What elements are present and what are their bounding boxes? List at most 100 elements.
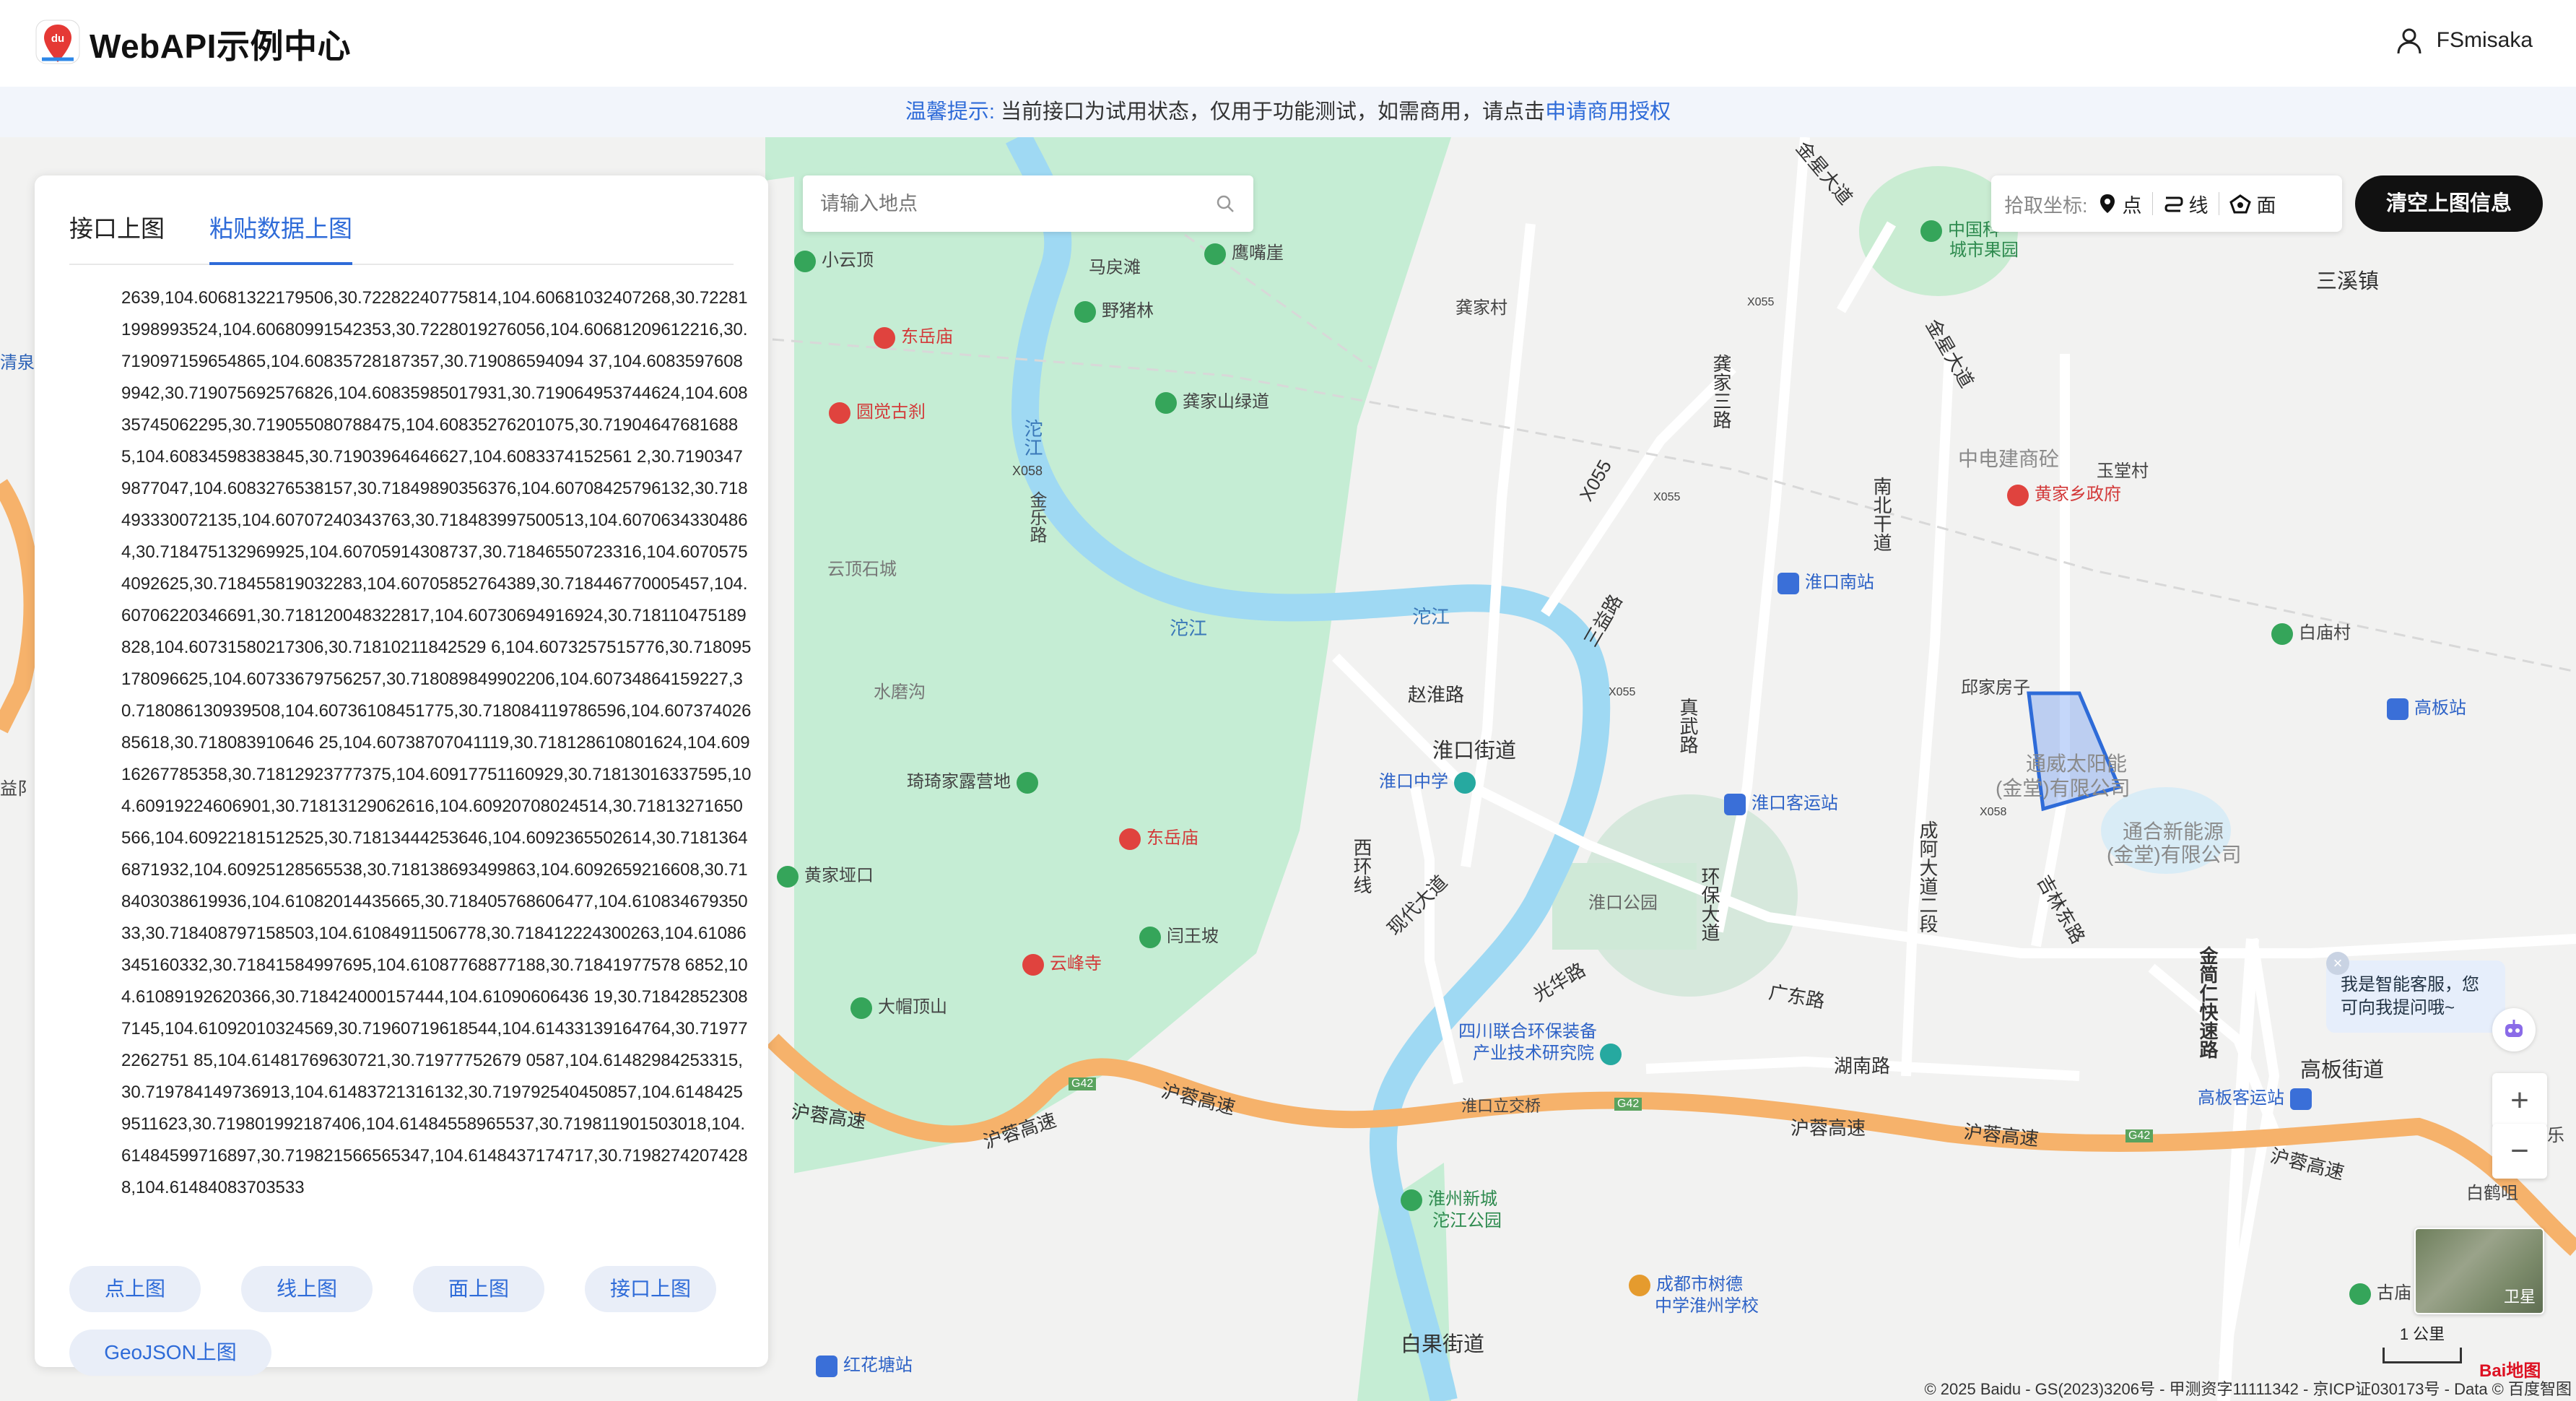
map-label: 淮口街道 — [1432, 739, 1517, 763]
map-label: 淮口南站 — [1777, 568, 1874, 594]
map-label: 城市果园 — [1949, 240, 2019, 260]
polygon-upload-button[interactable]: 面上图 — [413, 1266, 544, 1312]
coord-picker: 拾取坐标: 点 线 面 — [1991, 175, 2342, 232]
divider — [2151, 192, 2153, 215]
map-label: 东岳庙 — [1119, 823, 1198, 850]
pick-point-label: 点 — [2122, 194, 2142, 217]
map-label: 马戻滩 — [1089, 258, 1141, 277]
map-label: 红花塘站 — [816, 1350, 913, 1377]
map-label: 西环线 — [1351, 838, 1372, 894]
action-buttons: 点上图 线上图 面上图 接口上图 — [69, 1266, 716, 1312]
map-label: X055 — [1609, 686, 1636, 698]
point-upload-button[interactable]: 点上图 — [69, 1266, 201, 1312]
map-label: (金堂)有限公司 — [2107, 843, 2242, 866]
map-label: 闫王坡 — [1139, 921, 1219, 948]
notice-bar: 温馨提示: 当前接口为试用状态，仅用于功能测试，如需商用，请点击申请商用授权 — [0, 87, 2576, 137]
map-label: 南北干道 — [1871, 477, 1892, 552]
map-label: 沱江公园 — [1432, 1211, 1502, 1231]
map-label: 龚家山绿道 — [1155, 387, 1269, 414]
zoom-in-button[interactable]: + — [2492, 1073, 2547, 1128]
place-search[interactable] — [803, 175, 1253, 232]
location-pin-icon — [2099, 194, 2115, 213]
assistant-line2: 可向我提问哦~ — [2341, 998, 2455, 1018]
map-label: 环保大道 — [1699, 867, 1720, 942]
line-upload-button[interactable]: 线上图 — [241, 1266, 373, 1312]
baidu-map-pin-icon[interactable]: du — [35, 19, 81, 69]
top-header: du WebAPI示例中心 FSmisaka — [0, 0, 2576, 87]
map-label: X055 — [1747, 296, 1775, 308]
map-label: 淮口立交桥 — [1461, 1097, 1541, 1115]
map-label: 赵淮路 — [1408, 684, 1465, 706]
map-label: 淮口中学 — [1379, 767, 1481, 794]
close-icon[interactable]: × — [2326, 952, 2349, 975]
user-name: FSmisaka — [2436, 28, 2533, 52]
map-scale: 1 公里 — [2383, 1327, 2462, 1363]
user-icon — [2397, 28, 2421, 54]
map-label: G42 — [1069, 1077, 1097, 1090]
map-label: 鹰嘴崖 — [1204, 238, 1284, 265]
map-label: 湖南路 — [1834, 1055, 1891, 1077]
map-label: 沱江 — [1170, 617, 1208, 639]
app-root: du WebAPI示例中心 FSmisaka 温馨提示: 当前接口为试用状态，仅… — [0, 0, 2576, 1401]
tab-api-upload[interactable]: 接口上图 — [69, 193, 165, 264]
apply-license-link[interactable]: 申请商用授权 — [1545, 100, 1671, 123]
map-label: 龚家三路 — [1710, 354, 1732, 429]
map-label: 金乐路 — [1027, 491, 1046, 543]
map-label: 玉堂村 — [2097, 461, 2149, 481]
map-label: 大帽顶山 — [850, 992, 947, 1019]
scale-label: 1 公里 — [2399, 1325, 2445, 1343]
api-upload-button[interactable]: 接口上图 — [585, 1266, 716, 1312]
geojson-upload-button[interactable]: GeoJSON上图 — [69, 1330, 271, 1376]
map-label: 三溪镇 — [2316, 270, 2380, 293]
search-icon[interactable] — [1214, 193, 1236, 214]
search-input[interactable] — [820, 192, 1214, 215]
map-label: 益阝 — [0, 779, 35, 799]
user-menu[interactable]: FSmisaka — [2395, 26, 2533, 55]
map-label: 黄家垭口 — [777, 861, 874, 888]
satellite-toggle[interactable]: 卫星 — [2414, 1228, 2544, 1314]
satellite-label: 卫星 — [2503, 1288, 2536, 1306]
map-label: 古庙 — [2349, 1278, 2411, 1305]
map-label: 产业技术研究院 — [1473, 1038, 1627, 1065]
map-label: 金简仁快速路 — [2197, 946, 2219, 1059]
map-label: (金堂)有限公司 — [1996, 777, 2131, 799]
svg-text:du: du — [51, 32, 64, 45]
map-copyright: © 2025 Baidu - GS(2023)3206号 - 甲测资字11111… — [1924, 1380, 2572, 1398]
polyline-icon — [2164, 196, 2183, 212]
map-label: 成阿大道二段 — [1917, 820, 1938, 933]
map-label: 淮口公园 — [1588, 893, 1658, 913]
map-label: 龚家村 — [1455, 298, 1507, 318]
map-label: G42 — [2125, 1129, 2154, 1142]
clear-map-button[interactable]: 清空上图信息 — [2355, 175, 2543, 232]
assistant-line1: 我是智能客服，您 — [2341, 975, 2479, 994]
robot-icon[interactable] — [2492, 1008, 2536, 1051]
map-label: 野猪林 — [1074, 296, 1154, 323]
map-label: 圆觉古刹 — [829, 397, 926, 424]
zoom-out-button[interactable]: − — [2492, 1124, 2547, 1179]
map-label: 沱江 — [1022, 419, 1043, 456]
map-label: 中学淮州学校 — [1655, 1296, 1759, 1316]
map-label: 水磨沟 — [874, 682, 926, 702]
polygon-icon — [2229, 194, 2251, 214]
pick-line-option[interactable]: 线 — [2163, 190, 2209, 218]
panel-tabs: 接口上图 粘贴数据上图 — [69, 193, 734, 265]
notice-message: 当前接口为试用状态，仅用于功能测试，如需商用，请点击 — [1001, 100, 1546, 123]
map-label: 白鹤咀 — [2466, 1184, 2518, 1203]
map-label: 云峰寺 — [1022, 949, 1102, 976]
map-label: 真武路 — [1677, 698, 1699, 754]
pick-point-option[interactable]: 点 — [2098, 190, 2142, 218]
paste-data-textarea[interactable] — [69, 282, 768, 1250]
map-label: 白果街道 — [1401, 1333, 1485, 1356]
app-title: WebAPI示例中心 — [90, 27, 351, 65]
tab-paste-upload[interactable]: 粘贴数据上图 — [209, 193, 352, 265]
map-label: X058 — [1012, 464, 1043, 478]
map-label: X055 — [1653, 491, 1681, 503]
assistant-bubble[interactable]: 我是智能客服，您 可向我提问哦~ — [2326, 960, 2505, 1033]
upload-panel: 接口上图 粘贴数据上图 点上图 线上图 面上图 接口上图 GeoJSON上图 — [35, 175, 768, 1376]
map-label: 沱江 — [1412, 606, 1450, 628]
pick-polygon-option[interactable]: 面 — [2229, 190, 2276, 218]
pick-line-label: 线 — [2188, 194, 2209, 217]
map-label: 清泉 — [0, 353, 35, 373]
map-label: 高板街道 — [2300, 1059, 2385, 1082]
map-label: 云顶石城 — [827, 560, 897, 579]
